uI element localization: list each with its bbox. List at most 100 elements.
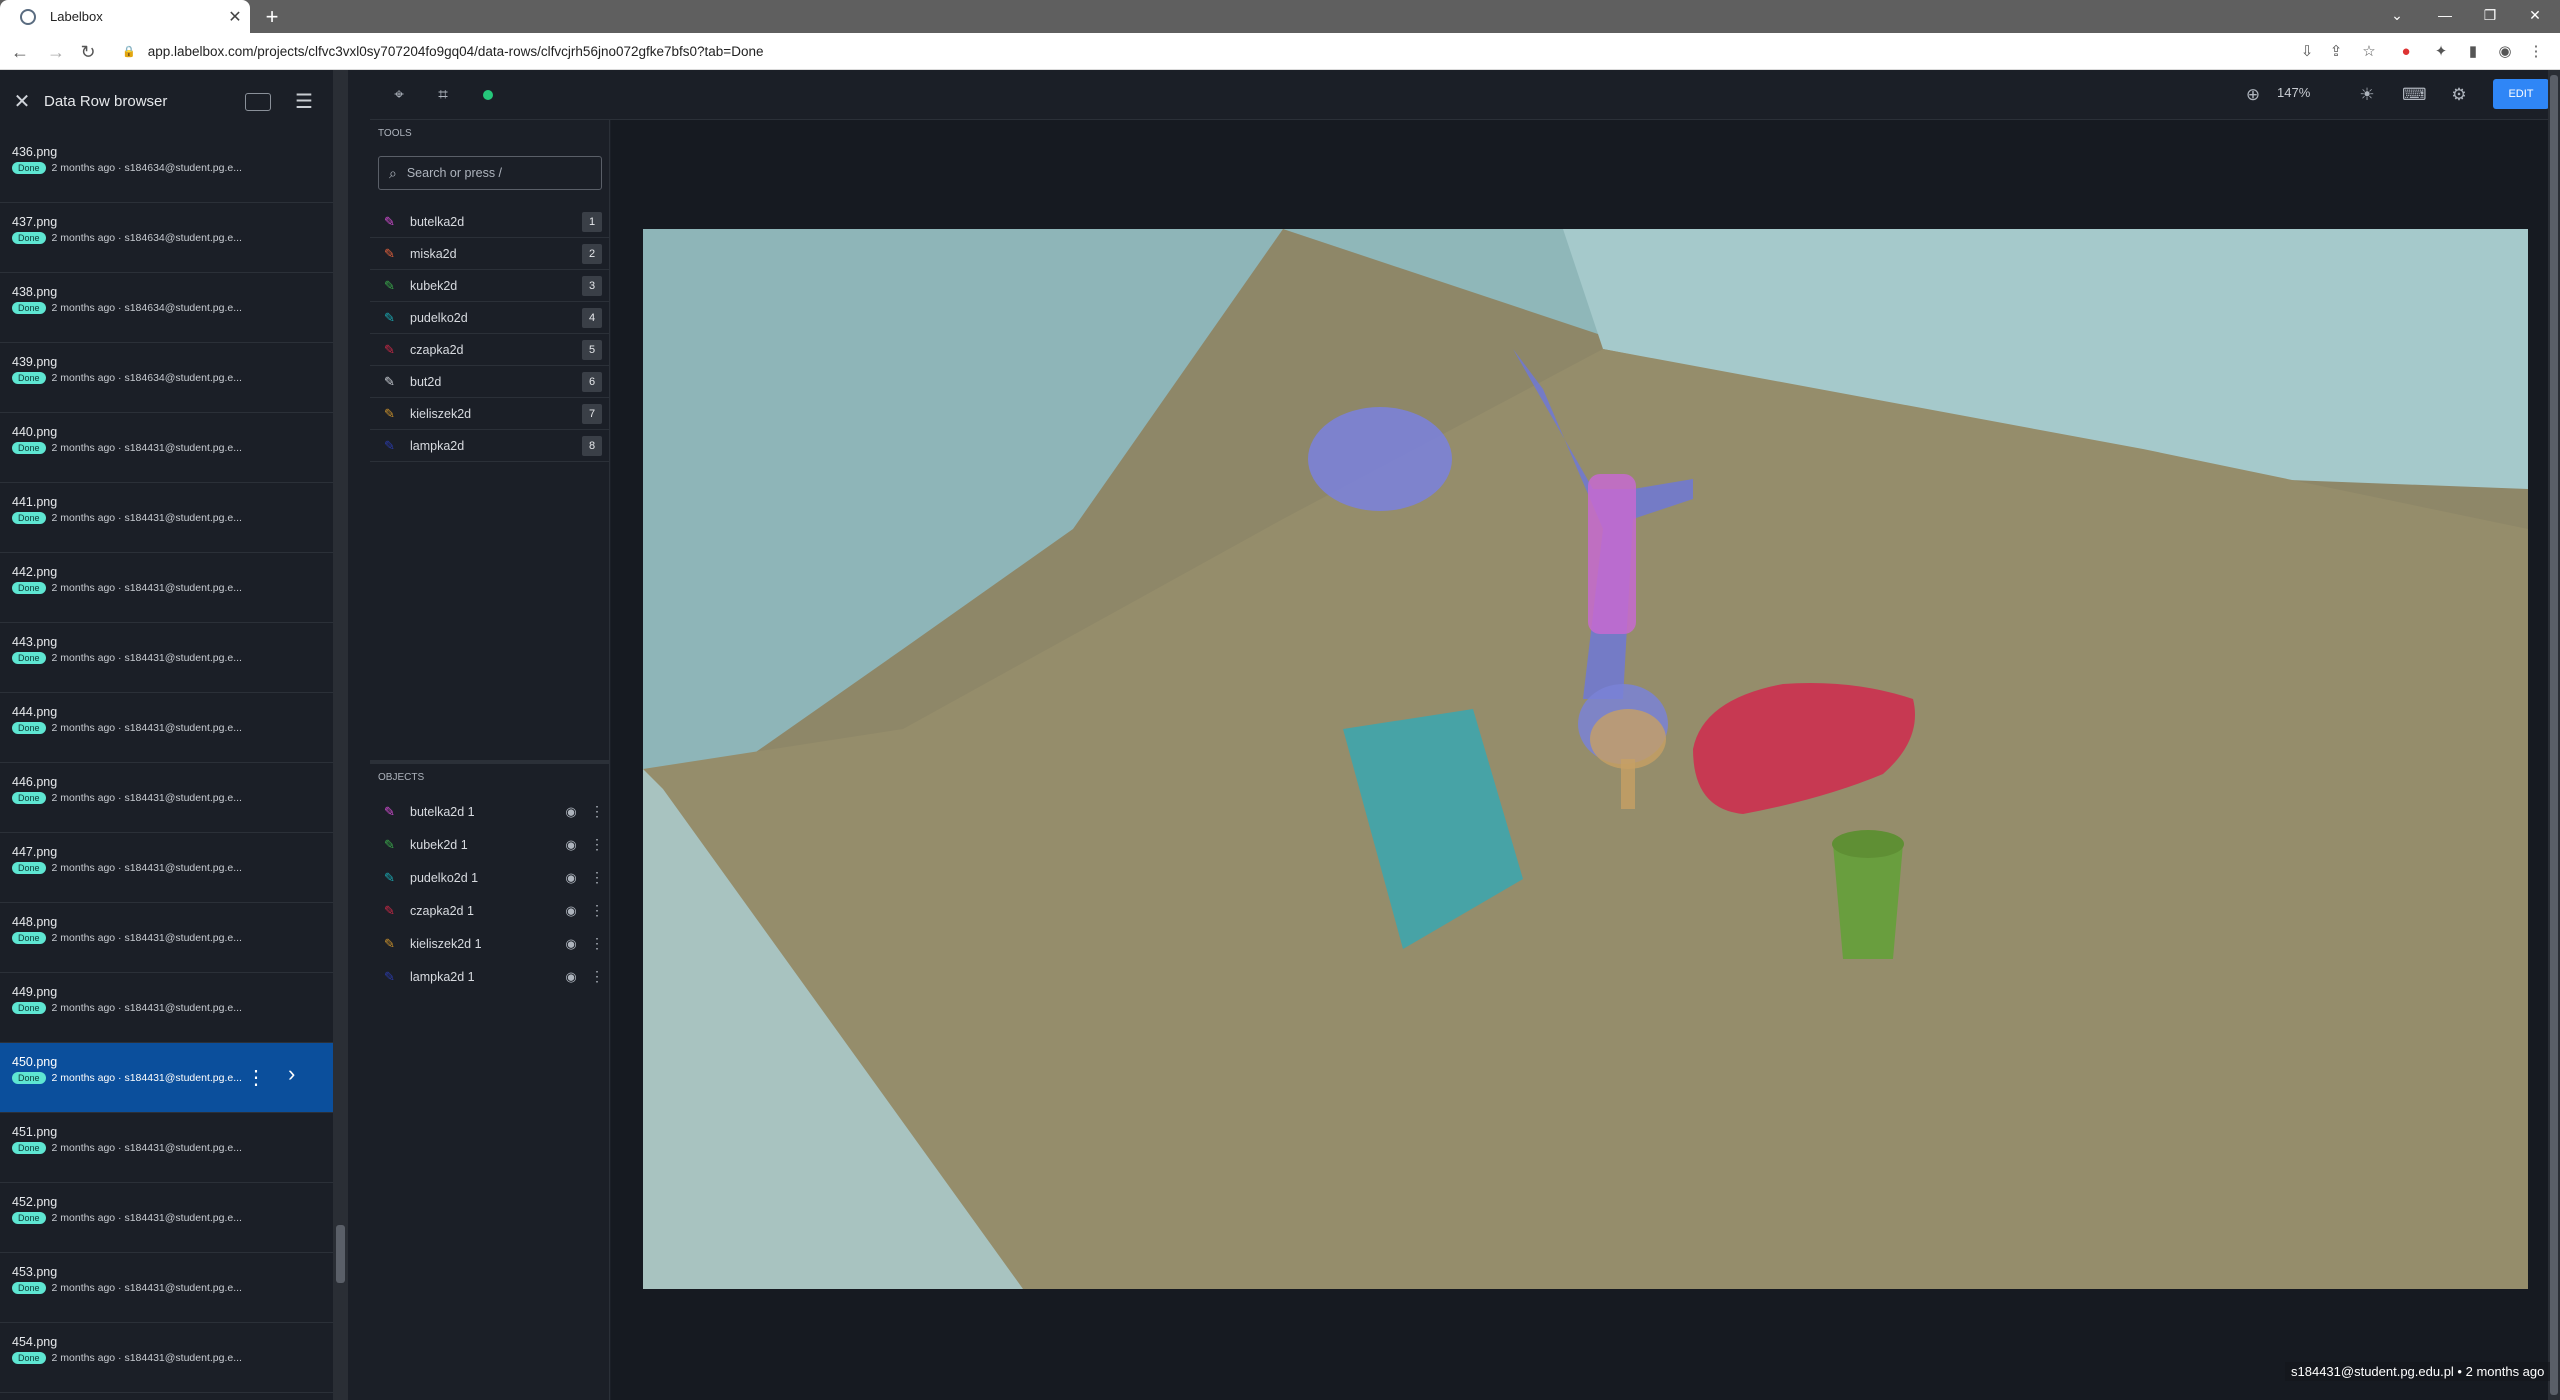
polygon-tool-icon: ✎: [384, 213, 395, 229]
tool-item[interactable]: ✎ but2d 6: [370, 366, 610, 398]
edit-button[interactable]: EDIT: [2493, 79, 2549, 109]
url-text: app.labelbox.com/projects/clfvc3vxl0sy70…: [147, 44, 764, 59]
data-row-meta: 2 months ago · s184634@student.pg.e...: [51, 302, 242, 314]
keyboard-icon[interactable]: [245, 92, 271, 111]
menu-icon[interactable]: ☰: [295, 92, 315, 112]
data-row-item[interactable]: 453.png Done 2 months ago · s184431@studen…: [0, 1253, 333, 1323]
zoom-icon[interactable]: ⊕: [2242, 84, 2264, 106]
object-item[interactable]: ✎ pudelko2d 1 ◉ ⋮: [370, 861, 610, 894]
settings-gear-icon[interactable]: ⚙: [2448, 84, 2470, 106]
data-row-item[interactable]: 442.png Done 2 months ago · s184431@studen…: [0, 553, 333, 623]
data-row-item[interactable]: 441.png Done 2 months ago · s184431@studen…: [0, 483, 333, 553]
data-row-filename: 438.png: [12, 285, 58, 299]
install-icon[interactable]: ⇩: [2296, 41, 2318, 63]
data-row-item[interactable]: 440.png Done 2 months ago · s184431@studen…: [0, 413, 333, 483]
tool-hotkey: 7: [582, 403, 602, 424]
row-more-icon[interactable]: ⋮: [246, 1065, 266, 1090]
profile-avatar-icon[interactable]: ◉: [2494, 41, 2516, 63]
data-row-item[interactable]: 443.png Done 2 months ago · s184431@studen…: [0, 623, 333, 693]
data-row-item[interactable]: 436.png Done 2 months ago · s184634@studen…: [0, 133, 333, 203]
tab-search-icon[interactable]: ⌄: [2372, 0, 2422, 33]
data-row-item[interactable]: 452.png Done 2 months ago · s184431@studen…: [0, 1183, 333, 1253]
visibility-eye-icon[interactable]: ◉: [558, 969, 584, 985]
data-row-meta: 2 months ago · s184431@student.pg.e...: [51, 1212, 242, 1224]
data-row-item[interactable]: 448.png Done 2 months ago · s184431@studen…: [0, 903, 333, 973]
data-row-item[interactable]: 451.png Done 2 months ago · s184431@studen…: [0, 1113, 333, 1183]
close-icon[interactable]: ✕: [0, 89, 44, 114]
tool-item[interactable]: ✎ kieliszek2d 7: [370, 398, 610, 430]
reload-button[interactable]: ↻: [76, 40, 100, 64]
object-more-icon[interactable]: ⋮: [584, 869, 610, 886]
visibility-eye-icon[interactable]: ◉: [558, 804, 584, 820]
object-item[interactable]: ✎ kieliszek2d 1 ◉ ⋮: [370, 927, 610, 960]
tool-search-input[interactable]: ⌕ Search or press /: [378, 156, 602, 190]
extensions-puzzle-icon[interactable]: ✦: [2430, 41, 2452, 63]
object-label: pudelko2d 1: [410, 870, 479, 885]
status-badge: Done: [12, 1002, 46, 1014]
url-field[interactable]: 🔒 app.labelbox.com/projects/clfvc3vxl0sy…: [108, 38, 2288, 65]
bookmark-star-icon[interactable]: ☆: [2358, 41, 2380, 63]
data-row-item[interactable]: 449.png Done 2 months ago · s184431@studen…: [0, 973, 333, 1043]
object-item[interactable]: ✎ kubek2d 1 ◉ ⋮: [370, 828, 610, 861]
extension-icon[interactable]: ●: [2395, 41, 2417, 63]
data-row-item[interactable]: 450.png Done 2 months ago · s184431@studen…: [0, 1043, 333, 1113]
data-row-item[interactable]: 444.png Done 2 months ago · s184431@studen…: [0, 693, 333, 763]
tool-item[interactable]: ✎ butelka2d 1: [370, 206, 610, 238]
forward-button[interactable]: →: [44, 40, 68, 64]
editor-toolbar: ⌖ ⌗ ⊕ 147% ☀ ⌨ ⚙ EDIT: [370, 70, 2560, 120]
data-row-meta: 2 months ago · s184431@student.pg.e...: [51, 442, 242, 454]
scene-image: [643, 229, 2528, 1289]
object-item[interactable]: ✎ lampka2d 1 ◉ ⋮: [370, 960, 610, 993]
object-item[interactable]: ✎ czapka2d 1 ◉ ⋮: [370, 894, 610, 927]
minimize-button[interactable]: —: [2420, 0, 2470, 33]
annotated-image[interactable]: [643, 229, 2528, 1289]
share-icon[interactable]: ⇪: [2325, 41, 2347, 63]
side-panel-icon[interactable]: ▮: [2462, 41, 2484, 63]
tab-close-icon[interactable]: ✕: [220, 7, 250, 27]
data-row-item[interactable]: 454.png Done 2 months ago · s184431@studen…: [0, 1323, 333, 1393]
tool-item[interactable]: ✎ pudelko2d 4: [370, 302, 610, 334]
data-row-item[interactable]: 446.png Done 2 months ago · s184431@studen…: [0, 763, 333, 833]
data-row-item[interactable]: 439.png Done 2 months ago · s184634@studen…: [0, 343, 333, 413]
object-more-icon[interactable]: ⋮: [584, 902, 610, 919]
object-more-icon[interactable]: ⋮: [584, 935, 610, 952]
object-more-icon[interactable]: ⋮: [584, 836, 610, 853]
keyboard-shortcuts-icon[interactable]: ⌨: [2402, 84, 2427, 106]
restore-button[interactable]: ❐: [2465, 0, 2515, 33]
object-more-icon[interactable]: ⋮: [584, 803, 610, 820]
tool-item[interactable]: ✎ miska2d 2: [370, 238, 610, 270]
browser-tab[interactable]: Labelbox ✕: [0, 0, 250, 33]
object-item[interactable]: ✎ butelka2d 1 ◉ ⋮: [370, 795, 610, 828]
back-button[interactable]: ←: [8, 40, 32, 64]
polygon-tool-icon: ✎: [384, 341, 395, 357]
panel-divider[interactable]: [370, 760, 610, 764]
tool-hotkey: 5: [582, 339, 602, 360]
data-row-scrollbar-thumb[interactable]: [336, 1225, 345, 1283]
visibility-eye-icon[interactable]: ◉: [558, 903, 584, 919]
data-row-meta: 2 months ago · s184431@student.pg.e...: [51, 652, 242, 664]
browser-menu-icon[interactable]: ⋮: [2525, 41, 2547, 63]
tag-icon[interactable]: ⌗: [432, 84, 454, 106]
close-window-button[interactable]: ✕: [2510, 0, 2560, 33]
object-label: kieliszek2d 1: [410, 936, 482, 951]
chevron-right-icon[interactable]: ›: [288, 1061, 295, 1087]
tool-label: but2d: [410, 374, 442, 389]
visibility-eye-icon[interactable]: ◉: [558, 870, 584, 886]
canvas-scrollbar-thumb[interactable]: [2550, 75, 2558, 1395]
new-tab-button[interactable]: +: [258, 3, 286, 31]
data-row-meta: 2 months ago · s184634@student.pg.e...: [51, 232, 242, 244]
data-row-scrollbar[interactable]: [333, 70, 348, 1400]
tool-item[interactable]: ✎ lampka2d 8: [370, 430, 610, 462]
object-more-icon[interactable]: ⋮: [584, 968, 610, 985]
visibility-eye-icon[interactable]: ◉: [558, 837, 584, 853]
tool-item[interactable]: ✎ kubek2d 3: [370, 270, 610, 302]
pin-icon[interactable]: ⌖: [388, 84, 410, 106]
visibility-eye-icon[interactable]: ◉: [558, 936, 584, 952]
data-row-item[interactable]: 447.png Done 2 months ago · s184431@studen…: [0, 833, 333, 903]
data-row-item[interactable]: 437.png Done 2 months ago · s184634@studen…: [0, 203, 333, 273]
brightness-icon[interactable]: ☀: [2356, 84, 2378, 106]
data-row-item[interactable]: 438.png Done 2 months ago · s184634@studen…: [0, 273, 333, 343]
data-row-meta: 2 months ago · s184431@student.pg.e...: [51, 1352, 242, 1364]
data-row-meta: 2 months ago · s184431@student.pg.e...: [51, 932, 242, 944]
tool-item[interactable]: ✎ czapka2d 5: [370, 334, 610, 366]
